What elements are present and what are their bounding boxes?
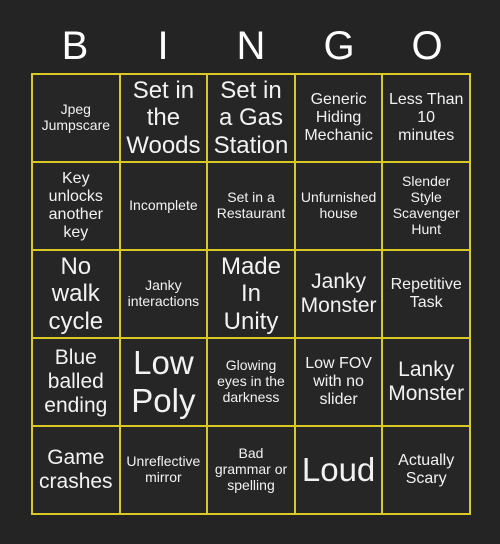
bingo-cell[interactable]: Low FOV with no slider [295,339,384,427]
bingo-cell-label: Set in a Gas Station [213,76,289,159]
bingo-cell-label: Key unlocks another key [48,169,103,242]
bingo-cell-label: Glowing eyes in the darkness [217,357,285,405]
bingo-cell-label: Repetitive Task [390,275,462,311]
bingo-cell[interactable]: No walk cycle [33,251,121,339]
bingo-cell[interactable]: Jpeg Jumpscare [33,75,121,163]
bingo-cell[interactable]: Actually Scary [383,427,471,515]
header-letter-n: N [236,23,266,68]
bingo-cell-label: Set in the Woods [126,76,201,159]
bingo-cell-label: Loud [301,451,376,489]
bingo-cell[interactable]: Janky Monster [295,251,384,339]
header-letter-o: O [411,23,443,68]
bingo-cell-label: Less Than 10 minutes [388,90,464,145]
bingo-cell-label: Unreflective mirror [126,453,201,485]
bingo-cell[interactable]: Incomplete [120,163,209,251]
header-letter-b: B [61,23,89,68]
bingo-cell-label: Bad grammar or spelling [214,445,288,493]
bingo-cell-label: Slender Style Scavenger Hunt [392,173,460,237]
bingo-cell[interactable]: Janky interactions [120,251,209,339]
bingo-cell-label: Actually Scary [398,451,455,487]
bingo-cell[interactable]: Blue balled ending [33,339,121,427]
bingo-cell-label: Blue balled ending [44,346,108,417]
bingo-cell-label: Game crashes [39,446,113,493]
bingo-cell-label: Generic Hiding Mechanic [304,90,373,145]
bingo-cell-label: Low FOV with no slider [305,354,372,409]
header-letter-g: G [323,23,355,68]
bingo-cell[interactable]: Slender Style Scavenger Hunt [383,163,471,251]
bingo-cell-label: Incomplete [129,197,198,214]
bingo-cell-label: Made In Unity [220,252,282,335]
bingo-card: B I N G O Jpeg Jumpscare Set in the Woods… [0,0,500,544]
bingo-cell[interactable]: Loud [295,427,384,515]
bingo-cell[interactable]: Glowing eyes in the darkness [208,339,296,427]
bingo-cell[interactable]: Less Than 10 minutes [383,75,471,163]
bingo-cell-label: Jpeg Jumpscare [41,101,111,133]
bingo-cell-label: Low Poly [131,344,196,419]
bingo-cell[interactable]: Set in a Gas Station [208,75,296,163]
header-letter-i: I [157,23,169,68]
bingo-cell[interactable]: Key unlocks another key [33,163,121,251]
bingo-cell[interactable]: Set in a Restaurant [208,163,296,251]
bingo-cell[interactable]: Lanky Monster [383,339,471,427]
bingo-cell-label: Unfurnished house [300,189,377,221]
bingo-cell-label: Janky Monster [300,270,377,317]
bingo-cell-label: No walk cycle [48,252,104,335]
bingo-cell[interactable]: Set in the Woods [120,75,209,163]
bingo-cell-label: Set in a Restaurant [216,189,286,221]
bingo-cell-label: Janky interactions [127,277,200,309]
bingo-cell[interactable]: Repetitive Task [383,251,471,339]
bingo-cell[interactable]: Made In Unity [208,251,296,339]
bingo-cell[interactable]: Unfurnished house [295,163,384,251]
bingo-cell-label: Lanky Monster [388,358,465,405]
bingo-cell[interactable]: Bad grammar or spelling [208,427,296,515]
bingo-cell[interactable]: Game crashes [33,427,121,515]
bingo-header: B I N G O [31,18,471,73]
bingo-grid: Jpeg Jumpscare Set in the Woods Set in a G… [31,73,471,515]
bingo-cell[interactable]: Low Poly [120,339,209,427]
bingo-cell[interactable]: Unreflective mirror [120,427,209,515]
bingo-cell[interactable]: Generic Hiding Mechanic [295,75,384,163]
